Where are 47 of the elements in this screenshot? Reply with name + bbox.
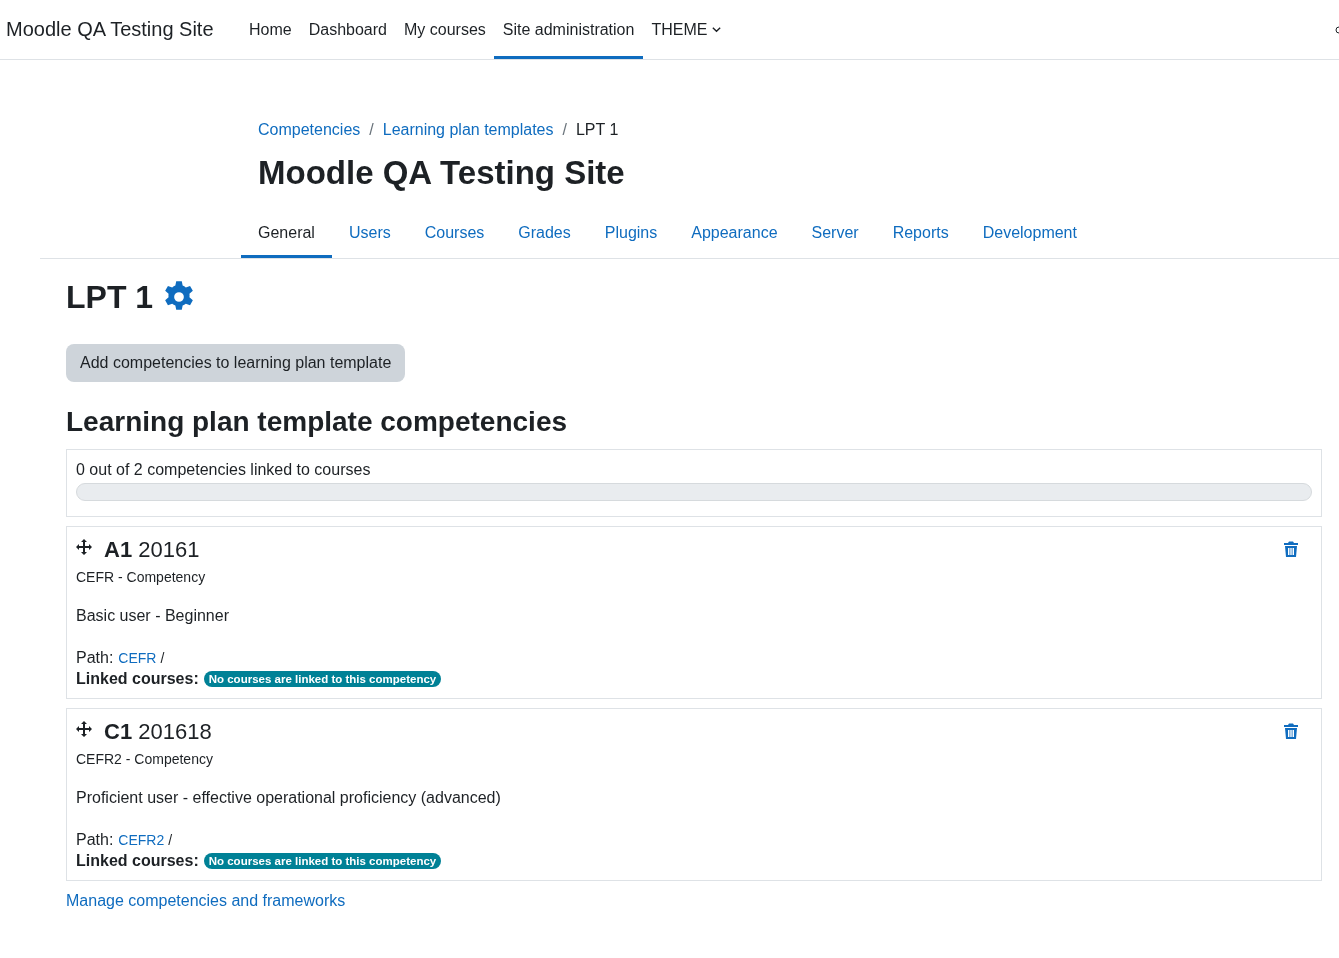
framework-text: CEFR2 - Competency: [76, 750, 214, 767]
tab[interactable]: Development: [965, 210, 1094, 258]
site-name-link[interactable]: Moodle QA Testing Site: [6, 18, 214, 41]
tab[interactable]: Plugins: [587, 210, 675, 258]
path-link[interactable]: CEFR: [118, 649, 157, 666]
linked-courses-label: Linked courses:: [76, 851, 199, 870]
tab[interactable]: Server: [794, 210, 876, 258]
section-title: Learning plan template competencies: [66, 405, 569, 438]
tab[interactable]: Courses: [407, 210, 502, 258]
tab[interactable]: Reports: [875, 210, 966, 258]
trash-icon[interactable]: [1283, 722, 1299, 739]
nav-link[interactable]: My courses: [395, 3, 495, 59]
breadcrumb-separator: /: [369, 121, 374, 139]
caret-icon: [711, 24, 723, 35]
framework-text: CEFR - Competency: [76, 568, 207, 585]
tab[interactable]: Users: [331, 210, 408, 258]
tab[interactable]: Appearance: [674, 210, 795, 258]
path-link[interactable]: CEFR2: [118, 831, 165, 848]
path-separator: /: [168, 831, 173, 848]
competency-title: A1 20161: [104, 536, 200, 563]
move-icon[interactable]: [76, 720, 92, 737]
path-separator: /: [160, 649, 165, 666]
breadcrumb-item: LPT 1: [575, 121, 619, 139]
breadcrumb-item[interactable]: Competencies: [258, 121, 361, 139]
competency-description: Basic user - Beginner: [76, 606, 230, 625]
breadcrumb-item[interactable]: Learning plan templates: [382, 121, 554, 139]
linked-courses-label: Linked courses:: [76, 669, 199, 688]
nav-link[interactable]: THEME: [642, 3, 731, 59]
move-icon[interactable]: [76, 538, 92, 555]
path-label: Path:: [76, 830, 114, 849]
linked-courses-badge: No courses are linked to this competency: [203, 852, 442, 869]
nav-link[interactable]: Site administration: [494, 3, 643, 59]
tab[interactable]: General: [241, 210, 332, 258]
linked-courses-badge: No courses are linked to this competency: [203, 670, 442, 687]
page-title: Moodle QA Testing Site: [258, 153, 626, 193]
template-title: LPT 1: [66, 278, 154, 316]
nav-link[interactable]: Dashboard: [300, 3, 396, 59]
competency-title: C1 201618: [104, 718, 212, 745]
path-label: Path:: [76, 648, 114, 667]
progress-text: 0 out of 2 competencies linked to courses: [76, 460, 372, 479]
competency-description: Proficient user - effective operational proficiency (advanced): [76, 788, 502, 807]
manage-competencies-link[interactable]: Manage competencies and frameworks: [66, 891, 346, 910]
tab[interactable]: Grades: [501, 210, 588, 258]
nav-link[interactable]: Home: [240, 3, 301, 59]
trash-icon[interactable]: [1283, 540, 1299, 557]
breadcrumb-separator: /: [562, 121, 567, 139]
add-competencies-button[interactable]: Add competencies to learning plan template: [66, 343, 406, 382]
